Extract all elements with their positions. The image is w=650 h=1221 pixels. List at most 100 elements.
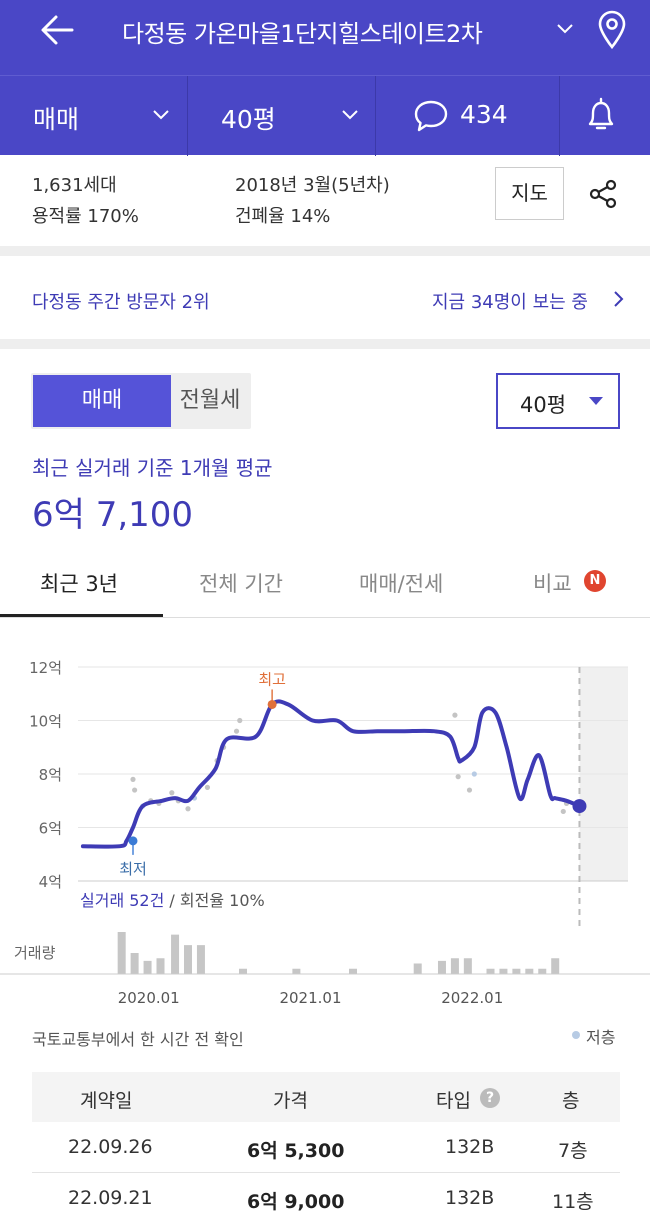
map-button[interactable]: 지도 — [495, 167, 564, 220]
complex-info: 1,631세대 용적률 170% 2018년 3월(5년차) 건폐율 14% 지… — [0, 155, 650, 246]
current-marker — [572, 799, 587, 814]
price-chart[interactable]: 12억10억8억6억4억 최고최저 실거래 52건 / 회전율 10% 거래량 … — [0, 640, 650, 1020]
row-date: 22.09.26 — [68, 1136, 153, 1158]
help-icon[interactable]: ? — [480, 1088, 500, 1108]
trade-dot — [471, 771, 477, 777]
low-floor-legend-dot — [572, 1031, 580, 1039]
toggle-rent[interactable]: 전월세 — [171, 375, 249, 427]
volume-label: 거래량 — [14, 944, 56, 962]
table-row[interactable]: 22.09.26 6억 5,300 132B 7층 — [32, 1122, 620, 1173]
y-tick-label: 6억 — [39, 820, 62, 838]
section-divider — [0, 246, 650, 256]
size-select[interactable]: 40평 — [496, 373, 620, 429]
volume-bar — [551, 958, 560, 974]
triangle-down-icon — [589, 397, 603, 405]
filter-bar: 매매 40평 434 — [0, 75, 650, 156]
trade-dot — [466, 787, 473, 793]
row-type: 132B — [445, 1136, 495, 1158]
trade-dot — [452, 712, 458, 718]
section-divider — [0, 339, 650, 349]
tab-sale-vs-jeonse[interactable]: 매매/전세 — [359, 568, 443, 598]
new-badge: N — [584, 570, 606, 592]
volume-bar — [413, 963, 422, 974]
source-note: 국토교통부에서 한 시간 전 확인 — [32, 1030, 244, 1049]
active-tab-indicator — [0, 614, 163, 617]
table-header: 계약일 가격 타입 ? 층 — [32, 1072, 620, 1122]
deal-type-label: 매매 — [33, 105, 80, 134]
trade-dot — [455, 774, 461, 780]
x-tick-label: 2020.01 — [118, 989, 180, 1007]
y-tick-label: 4억 — [39, 873, 62, 891]
low-label: 최저 — [119, 860, 147, 878]
tab-recent-3-years[interactable]: 최근 3년 — [40, 568, 118, 598]
trade-count: 실거래 52건 — [80, 891, 164, 910]
back-arrow-icon[interactable] — [38, 12, 78, 48]
volume-bar — [184, 945, 192, 974]
deal-type-dropdown[interactable]: 매매 — [0, 76, 188, 156]
trade-dot — [233, 728, 240, 734]
trade-summary: 실거래 52건 / 회전율 10% — [80, 891, 265, 910]
volume-bar — [292, 968, 301, 974]
volume-bar — [486, 968, 495, 974]
tab-compare[interactable]: 비교 — [533, 568, 572, 598]
tab-all-period[interactable]: 전체 기간 — [199, 568, 283, 598]
x-tick-label: 2021.01 — [279, 989, 341, 1007]
average-price: 6억 7,100 — [32, 495, 194, 535]
chevron-down-icon[interactable] — [555, 16, 575, 40]
volume-bar — [117, 932, 126, 974]
y-tick-label: 8억 — [39, 766, 62, 784]
chevron-down-icon — [342, 110, 358, 120]
build-date: 2018년 3월(5년차) — [235, 175, 390, 196]
low-marker — [128, 836, 138, 846]
summary-separator: / — [164, 891, 180, 910]
complex-title[interactable]: 다정동 가온마을1단지힐스테이트2차 — [122, 14, 483, 49]
row-floor: 7층 — [558, 1140, 588, 1162]
share-icon[interactable] — [588, 179, 618, 209]
chevron-right-icon — [614, 291, 624, 307]
y-tick-label: 12억 — [29, 659, 62, 677]
app-header: 다정동 가온마을1단지힐스테이트2차 — [0, 0, 650, 75]
volume-bar — [463, 958, 472, 974]
coverage-ratio: 건폐율 14% — [235, 206, 331, 227]
x-tick-label: 2022.01 — [441, 989, 503, 1007]
household-count: 1,631세대 — [32, 175, 117, 196]
trade-dot — [169, 790, 175, 796]
col-price: 가격 — [273, 1090, 308, 1112]
period-tabs: 최근 3년 전체 기간 매매/전세 비교 N — [0, 548, 650, 618]
volume-bar — [239, 968, 247, 974]
volume-bar — [143, 960, 152, 974]
volume-bar — [196, 945, 205, 974]
toggle-sale[interactable]: 매매 — [33, 375, 171, 427]
volume-bar — [437, 960, 446, 974]
comment-count: 434 — [460, 100, 508, 129]
trade-dot — [560, 808, 566, 815]
row-type: 132B — [445, 1187, 495, 1209]
comments-button[interactable]: 434 — [376, 76, 560, 156]
location-pin-icon[interactable] — [596, 10, 628, 50]
volume-bar — [171, 934, 180, 974]
row-floor: 11층 — [552, 1191, 594, 1213]
average-caption: 최근 실거래 기준 1개월 평균 — [32, 456, 273, 480]
trade-dot — [237, 717, 243, 724]
volume-bar — [512, 968, 521, 974]
table-row[interactable]: 22.09.21 6억 9,000 132B 11층 — [32, 1173, 620, 1221]
volume-bar — [130, 953, 139, 974]
col-floor: 층 — [562, 1090, 580, 1112]
volume-bar — [499, 968, 508, 974]
volume-bar — [538, 968, 547, 974]
size-dropdown[interactable]: 40평 — [188, 76, 376, 156]
bell-icon[interactable] — [584, 96, 618, 134]
visitor-rank: 다정동 주간 방문자 2위 — [32, 292, 210, 313]
high-label: 최고 — [258, 670, 286, 688]
chevron-down-icon — [153, 110, 169, 120]
deal-type-toggle: 매매 전월세 — [31, 373, 251, 429]
trade-dot — [185, 806, 191, 812]
row-date: 22.09.21 — [68, 1187, 153, 1209]
visitor-info[interactable]: 다정동 주간 방문자 2위 지금 34명이 보는 중 — [0, 256, 650, 339]
high-marker — [267, 699, 277, 709]
turnover-rate: 회전율 10% — [180, 891, 265, 910]
volume-bar — [450, 958, 459, 974]
size-label: 40평 — [221, 105, 276, 134]
trade-dot — [132, 787, 138, 793]
volume-bar — [156, 958, 165, 974]
